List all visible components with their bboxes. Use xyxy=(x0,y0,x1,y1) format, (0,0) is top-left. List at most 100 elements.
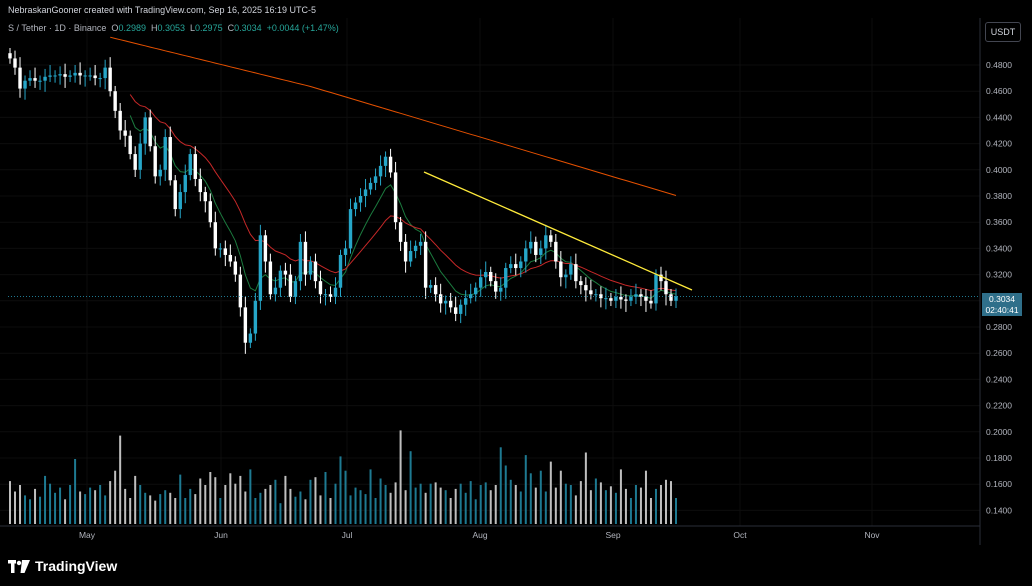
candle-body[interactable] xyxy=(494,281,498,292)
candle-body[interactable] xyxy=(38,80,42,82)
tradingview-brand[interactable]: TradingView xyxy=(8,556,117,576)
candle-body[interactable] xyxy=(398,222,403,242)
candle-body[interactable] xyxy=(438,294,443,304)
candle-body[interactable] xyxy=(238,274,243,308)
candle-body[interactable] xyxy=(143,117,147,144)
candle-body[interactable] xyxy=(48,75,52,77)
candle-body[interactable] xyxy=(288,274,293,297)
candle-body[interactable] xyxy=(363,189,368,196)
candle-body[interactable] xyxy=(534,241,538,255)
candle-body[interactable] xyxy=(519,261,523,269)
candle-body[interactable] xyxy=(333,287,338,297)
candle-body[interactable] xyxy=(383,156,388,166)
candle-body[interactable] xyxy=(433,285,438,295)
candle-body[interactable] xyxy=(23,80,27,89)
candle-body[interactable] xyxy=(303,241,308,275)
candle-body[interactable] xyxy=(218,248,223,250)
candle-body[interactable] xyxy=(313,261,318,282)
candle-body[interactable] xyxy=(639,294,643,297)
candle-body[interactable] xyxy=(103,67,107,79)
candle-body[interactable] xyxy=(283,270,288,275)
candle-body[interactable] xyxy=(83,75,87,77)
candle-body[interactable] xyxy=(388,156,393,173)
candle-body[interactable] xyxy=(413,245,418,252)
candle-body[interactable] xyxy=(609,298,613,301)
candle-body[interactable] xyxy=(278,270,283,288)
candle-body[interactable] xyxy=(253,300,258,334)
candle-body[interactable] xyxy=(298,241,303,282)
candle-body[interactable] xyxy=(423,241,428,288)
candle-body[interactable] xyxy=(584,285,588,291)
candle-body[interactable] xyxy=(53,75,57,77)
candle-body[interactable] xyxy=(343,248,348,255)
candle-body[interactable] xyxy=(529,241,533,249)
candle-body[interactable] xyxy=(108,67,112,92)
candle-body[interactable] xyxy=(173,180,177,210)
candle-body[interactable] xyxy=(604,298,608,300)
candle-body[interactable] xyxy=(624,299,628,301)
candle-body[interactable] xyxy=(308,261,313,275)
candle-body[interactable] xyxy=(664,281,668,295)
candle-body[interactable] xyxy=(248,333,253,343)
candle-body[interactable] xyxy=(163,137,167,170)
candle-body[interactable] xyxy=(554,241,558,262)
candle-body[interactable] xyxy=(178,192,182,210)
candle-body[interactable] xyxy=(168,137,172,181)
candle-body[interactable] xyxy=(213,222,218,249)
candle-body[interactable] xyxy=(18,67,22,89)
legend-symbol[interactable]: S / Tether xyxy=(8,23,46,33)
candle-body[interactable] xyxy=(358,196,363,203)
candle-body[interactable] xyxy=(448,300,453,308)
candle-body[interactable] xyxy=(28,78,32,81)
candle-body[interactable] xyxy=(208,201,213,223)
candle-body[interactable] xyxy=(453,307,458,314)
candle-body[interactable] xyxy=(93,75,97,79)
price-axis[interactable]: 0.4800 0.4600 0.4400 0.4200 0.4000 0.3800 0.36… xyxy=(986,60,1012,515)
time-axis[interactable]: May Jun Jul Aug Sep Oct Nov xyxy=(79,530,880,540)
candle-body[interactable] xyxy=(564,274,568,278)
candle-body[interactable] xyxy=(203,192,207,202)
candle-body[interactable] xyxy=(223,248,228,255)
candle-body[interactable] xyxy=(514,264,518,269)
candle-body[interactable] xyxy=(569,264,573,275)
candle-body[interactable] xyxy=(644,296,648,301)
candle-body[interactable] xyxy=(158,169,162,177)
candle-body[interactable] xyxy=(353,202,358,210)
candle-body[interactable] xyxy=(619,296,623,300)
candle-body[interactable] xyxy=(8,53,12,59)
candle-body[interactable] xyxy=(243,307,248,343)
candle-body[interactable] xyxy=(418,241,423,246)
candle-body[interactable] xyxy=(504,268,508,288)
candle-body[interactable] xyxy=(458,304,463,314)
candle-body[interactable] xyxy=(323,294,328,296)
candle-body[interactable] xyxy=(473,287,478,295)
candle-body[interactable] xyxy=(559,261,563,278)
candle-body[interactable] xyxy=(524,248,528,262)
candle-body[interactable] xyxy=(183,175,187,193)
candle-body[interactable] xyxy=(263,235,268,262)
candle-body[interactable] xyxy=(428,285,433,288)
candle-body[interactable] xyxy=(123,130,127,136)
candle-body[interactable] xyxy=(574,264,578,282)
candle-body[interactable] xyxy=(499,287,503,292)
candle-body[interactable] xyxy=(649,300,653,304)
candle-body[interactable] xyxy=(368,182,373,190)
candle-body[interactable] xyxy=(113,91,117,111)
candle-body[interactable] xyxy=(228,254,233,262)
price-chart[interactable]: 0.4800 0.4600 0.4400 0.4200 0.4000 0.3800 0.36… xyxy=(0,0,1032,586)
candle-body[interactable] xyxy=(43,76,47,81)
candle-body[interactable] xyxy=(509,264,513,269)
candle-body[interactable] xyxy=(148,117,152,147)
currency-unit-button[interactable]: USDT xyxy=(985,22,1021,42)
candle-body[interactable] xyxy=(539,248,543,255)
candle-body[interactable] xyxy=(408,251,413,262)
candle-body[interactable] xyxy=(393,172,398,223)
candle-body[interactable] xyxy=(138,143,142,170)
candle-body[interactable] xyxy=(463,298,468,305)
candle-body[interactable] xyxy=(373,176,378,183)
candle-body[interactable] xyxy=(338,254,343,288)
candle-body[interactable] xyxy=(58,74,62,76)
candle-body[interactable] xyxy=(78,72,82,76)
candle-body[interactable] xyxy=(544,235,548,249)
candle-body[interactable] xyxy=(258,235,263,301)
